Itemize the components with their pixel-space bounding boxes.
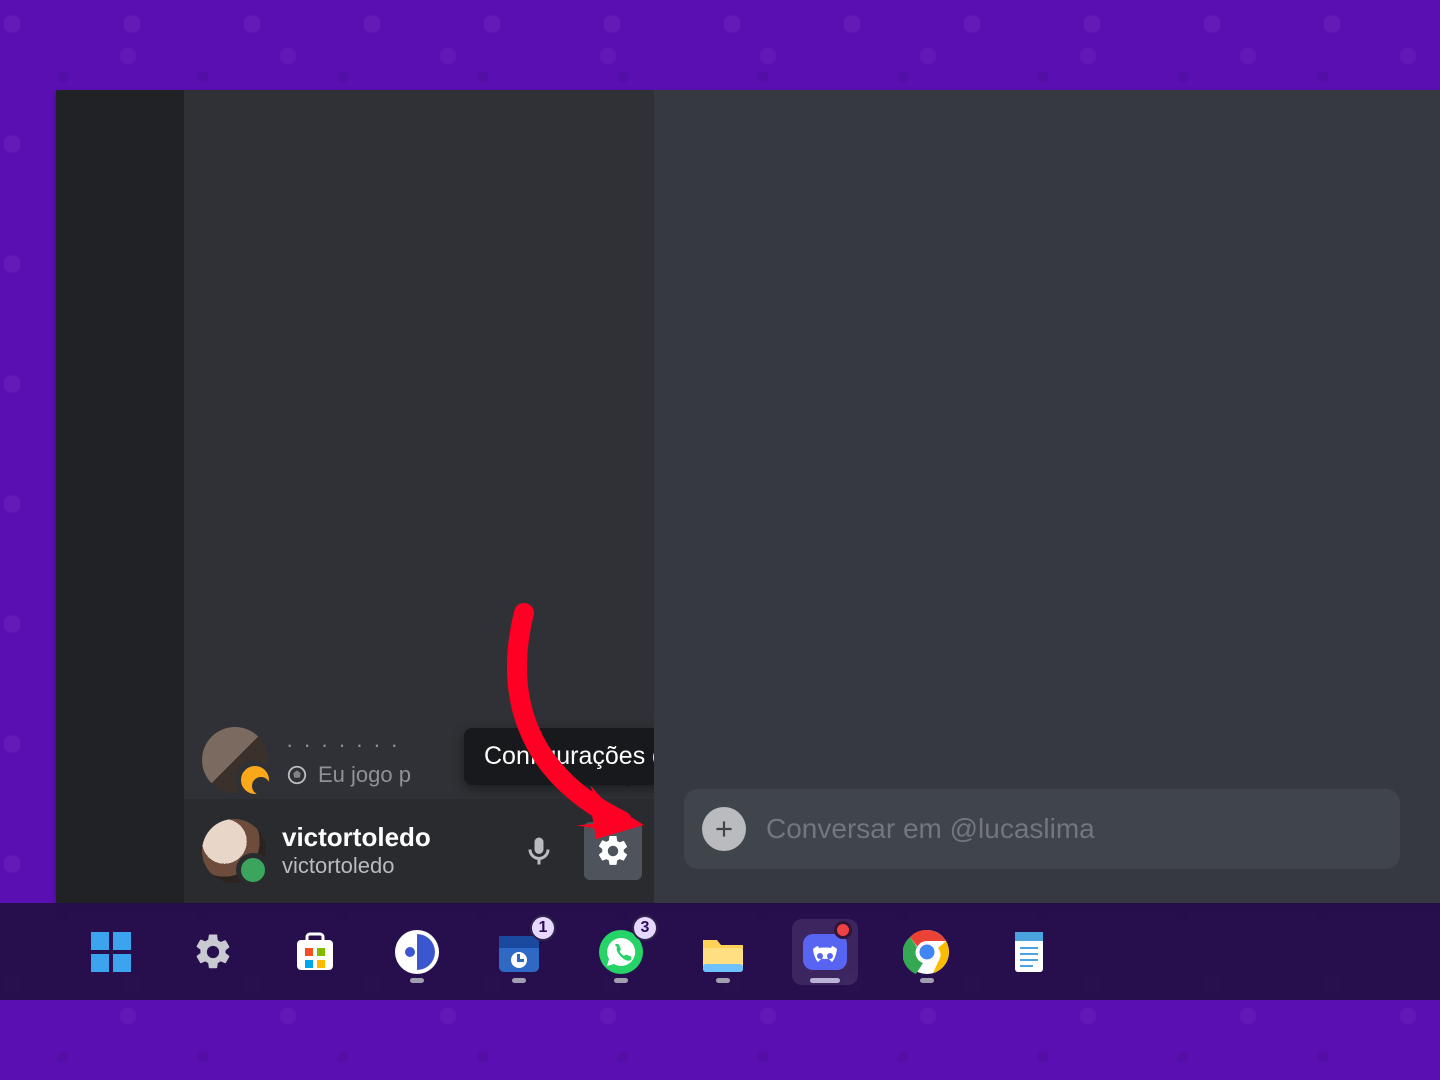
microphone-icon — [521, 833, 557, 869]
discord-notification-dot — [834, 921, 852, 939]
gear-icon — [192, 931, 234, 973]
windows-logo-icon — [87, 928, 135, 976]
app-icon — [393, 928, 441, 976]
gear-icon — [595, 833, 631, 869]
store-icon — [291, 928, 339, 976]
notepad-icon — [1005, 928, 1053, 976]
attach-button[interactable] — [702, 807, 746, 851]
plus-icon — [711, 816, 737, 842]
self-name-block[interactable]: victortoledo victortoledo — [282, 823, 494, 878]
dm-activity-text: Eu jogo p — [318, 762, 411, 788]
discord-window: · · · · · · · Eu jogo p Configurações de… — [56, 90, 1440, 903]
user-settings-button[interactable] — [584, 822, 642, 880]
taskbar-notepad[interactable] — [996, 919, 1062, 985]
taskbar-whatsapp[interactable]: 3 — [588, 919, 654, 985]
taskbar-chrome[interactable] — [894, 919, 960, 985]
self-avatar[interactable] — [202, 819, 266, 883]
chat-main-pane: Conversar em @lucaslima — [654, 90, 1440, 903]
taskbar-app-purple[interactable] — [384, 919, 450, 985]
mute-mic-button[interactable] — [510, 822, 568, 880]
game-activity-icon — [286, 764, 308, 786]
start-button[interactable] — [78, 919, 144, 985]
folder-icon — [699, 928, 747, 976]
dm-list-item[interactable]: · · · · · · · Eu jogo p — [202, 727, 411, 793]
dm-text: · · · · · · · Eu jogo p — [286, 732, 411, 788]
message-input-bar[interactable]: Conversar em @lucaslima — [684, 789, 1400, 869]
taskbar-file-explorer[interactable] — [690, 919, 756, 985]
dm-name-truncation: · · · · · · · — [286, 732, 400, 758]
taskbar-calendar[interactable]: 1 — [486, 919, 552, 985]
windows-taskbar: 1 3 — [0, 903, 1440, 1000]
dm-avatar — [202, 727, 268, 793]
taskbar-discord[interactable] — [792, 919, 858, 985]
server-rail[interactable] — [56, 90, 184, 903]
message-placeholder: Conversar em @lucaslima — [766, 813, 1095, 845]
user-panel: victortoledo victortoledo — [184, 799, 654, 903]
channel-sidebar: · · · · · · · Eu jogo p Configurações de… — [184, 90, 654, 903]
calendar-badge: 1 — [530, 915, 556, 941]
chrome-icon — [903, 928, 951, 976]
whatsapp-badge: 3 — [632, 915, 658, 941]
self-display-name: victortoledo — [282, 823, 494, 853]
taskbar-settings[interactable] — [180, 919, 246, 985]
self-username: victortoledo — [282, 853, 494, 878]
taskbar-microsoft-store[interactable] — [282, 919, 348, 985]
